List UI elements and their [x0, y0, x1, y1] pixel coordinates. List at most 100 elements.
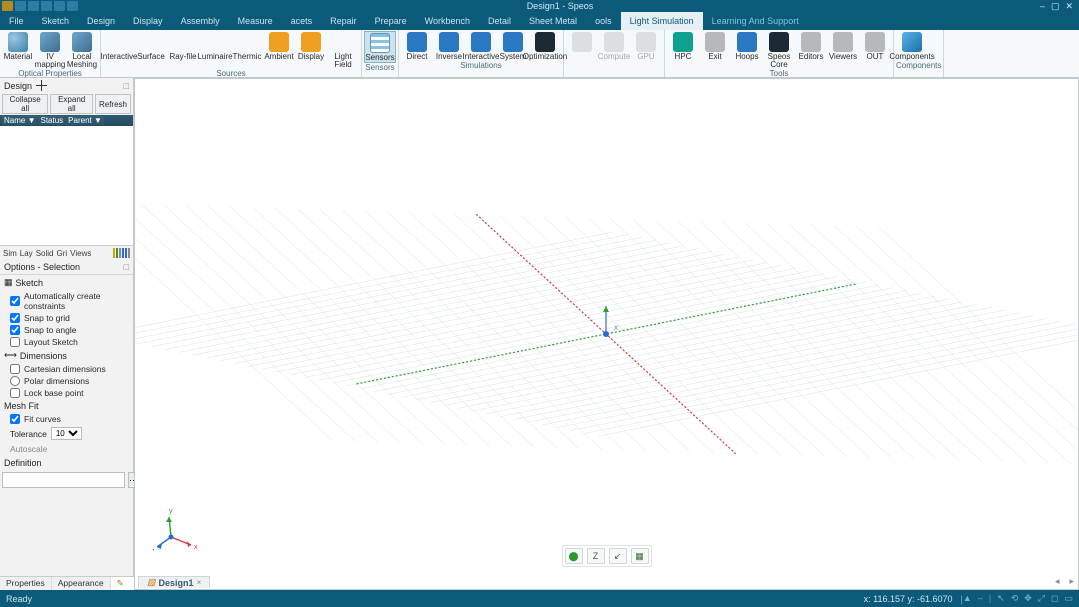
tab-sketch[interactable]: Sketch: [33, 12, 79, 30]
collapse-all-button[interactable]: Collapse all: [2, 94, 48, 114]
tab-design[interactable]: Design: [78, 12, 124, 30]
tolerance-select[interactable]: 10: [51, 427, 82, 440]
tab-assembly[interactable]: Assembly: [172, 12, 229, 30]
qat-redo-icon[interactable]: [54, 1, 65, 11]
tab-file[interactable]: File: [0, 12, 33, 30]
col-status[interactable]: Status: [38, 116, 65, 125]
sketch-checkbox-1[interactable]: [10, 313, 20, 323]
interactive-sim-button[interactable]: Interactive: [465, 31, 497, 61]
definition-input[interactable]: [2, 472, 125, 488]
tab-detail[interactable]: Detail: [479, 12, 520, 30]
inverse-button[interactable]: Inverse: [433, 31, 465, 61]
qat-save-icon[interactable]: [28, 1, 39, 11]
expand-all-button[interactable]: Expand all: [50, 94, 93, 114]
display-button[interactable]: Display: [295, 31, 327, 69]
speos-core-button[interactable]: SpeosCore: [763, 31, 795, 69]
tab-appearance[interactable]: Appearance: [52, 577, 111, 590]
col-name[interactable]: Name ▼: [2, 116, 37, 125]
interactive-button[interactable]: Interactive: [103, 31, 135, 69]
hoops-button[interactable]: Hoops: [731, 31, 763, 69]
fitcurves-checkbox[interactable]: [10, 414, 20, 424]
tree-column-header[interactable]: Name ▼ Status Parent ▼: [0, 115, 133, 126]
tab-ools[interactable]: ools: [586, 12, 621, 30]
document-tab[interactable]: ▧ Design1 ×: [138, 576, 210, 588]
hpc-button[interactable]: HPC: [667, 31, 699, 69]
midtab-sim[interactable]: Sim: [3, 249, 17, 258]
target-icon[interactable]: [36, 80, 47, 91]
status-dash-icon[interactable]: –: [978, 593, 983, 604]
tab-properties[interactable]: Properties: [0, 577, 52, 590]
components-button[interactable]: Components: [896, 31, 928, 61]
status-ortho-icon[interactable]: ▭: [1064, 593, 1073, 604]
status-zoom-icon[interactable]: ⤢: [1038, 593, 1045, 604]
options-pin-icon[interactable]: □: [124, 262, 129, 272]
luminaire-button[interactable]: Luminaire: [199, 31, 231, 69]
qat-undo-icon[interactable]: [41, 1, 52, 11]
midtab-views[interactable]: Views: [70, 249, 91, 258]
qat-open-icon[interactable]: [15, 1, 26, 11]
panel-pin-icon[interactable]: □: [124, 81, 129, 91]
surface-button[interactable]: Surface: [135, 31, 167, 69]
midtab-lay[interactable]: Lay: [20, 249, 33, 258]
tab-measure[interactable]: Measure: [229, 12, 282, 30]
doc-next[interactable]: ▸: [1069, 576, 1074, 587]
doc-close-icon[interactable]: ×: [197, 578, 202, 587]
view-bar-icons[interactable]: [113, 248, 130, 258]
viewers-button[interactable]: Viewers: [827, 31, 859, 69]
doc-prev[interactable]: ◂: [1055, 576, 1060, 587]
dim-input-1[interactable]: [10, 376, 20, 386]
dim-check-1[interactable]: Polar dimensions: [0, 375, 133, 387]
tab-acets[interactable]: acets: [282, 12, 322, 30]
vp-z-button[interactable]: Z: [587, 548, 605, 564]
sketch-checkbox-3[interactable]: [10, 337, 20, 347]
tab-prepare[interactable]: Prepare: [366, 12, 416, 30]
sensors-button[interactable]: Sensors: [364, 31, 396, 63]
status-rotate-icon[interactable]: ⟲: [1011, 593, 1019, 604]
close-button[interactable]: ✕: [1065, 1, 1073, 12]
midtab-solid[interactable]: Solid: [36, 249, 54, 258]
tab-light-simulation[interactable]: Light Simulation: [621, 12, 703, 30]
material-button[interactable]: Material: [2, 31, 34, 69]
vp-home-button[interactable]: ⬤: [565, 548, 583, 564]
sketch-check-1[interactable]: Snap to grid: [0, 312, 133, 324]
tab-sheet-metal[interactable]: Sheet Metal: [520, 12, 586, 30]
dim-check-2[interactable]: Lock base point: [0, 387, 133, 399]
tab-workbench[interactable]: Workbench: [416, 12, 479, 30]
iv-mapping-button[interactable]: IV mapping: [34, 31, 66, 69]
tab-repair[interactable]: Repair: [321, 12, 366, 30]
design-tree[interactable]: [0, 126, 133, 246]
viewport-3d[interactable]: x x y z ⬤ Z ↙ ▦ ▧ Design1 × ◂ ▸: [134, 78, 1079, 590]
local-meshing-button[interactable]: LocalMeshing: [66, 31, 98, 69]
qat-menu-icon[interactable]: [67, 1, 78, 11]
tab-learning-and-support[interactable]: Learning And Support: [703, 12, 808, 30]
fitcurves-check[interactable]: Fit curves: [0, 413, 133, 425]
exit-button[interactable]: Exit: [699, 31, 731, 69]
midtab-gri[interactable]: Gri: [56, 249, 67, 258]
orientation-triad[interactable]: x y z: [153, 503, 201, 551]
status-up-icon[interactable]: ▲: [963, 593, 972, 604]
refresh-button[interactable]: Refresh: [95, 94, 131, 114]
dim-input-0[interactable]: [10, 364, 20, 374]
vp-axis-button[interactable]: ↙: [609, 548, 627, 564]
editors-button[interactable]: Editors: [795, 31, 827, 69]
rayfile-button[interactable]: Ray-file: [167, 31, 199, 69]
sketch-check-3[interactable]: Layout Sketch: [0, 336, 133, 348]
optimization-button[interactable]: Optimization: [529, 31, 561, 61]
dim-check-0[interactable]: Cartesian dimensions: [0, 363, 133, 375]
status-cursor-icon[interactable]: ↖: [997, 593, 1005, 604]
out-button[interactable]: OUT: [859, 31, 891, 69]
tab-display[interactable]: Display: [124, 12, 172, 30]
status-box-icon[interactable]: ◻: [1051, 593, 1058, 604]
sketch-checkbox-0[interactable]: [10, 296, 20, 306]
lightfield-button[interactable]: Light Field: [327, 31, 359, 69]
sketch-check-2[interactable]: Snap to angle: [0, 324, 133, 336]
col-parent[interactable]: Parent ▼: [66, 116, 104, 125]
status-pan-icon[interactable]: ✥: [1024, 593, 1032, 604]
thermic-button[interactable]: Thermic: [231, 31, 263, 69]
direct-button[interactable]: Direct: [401, 31, 433, 61]
vp-grid-button[interactable]: ▦: [631, 548, 649, 564]
sketch-checkbox-2[interactable]: [10, 325, 20, 335]
dim-input-2[interactable]: [10, 388, 20, 398]
sketch-check-0[interactable]: Automatically create constraints: [0, 290, 133, 312]
minimize-button[interactable]: –: [1040, 1, 1045, 12]
